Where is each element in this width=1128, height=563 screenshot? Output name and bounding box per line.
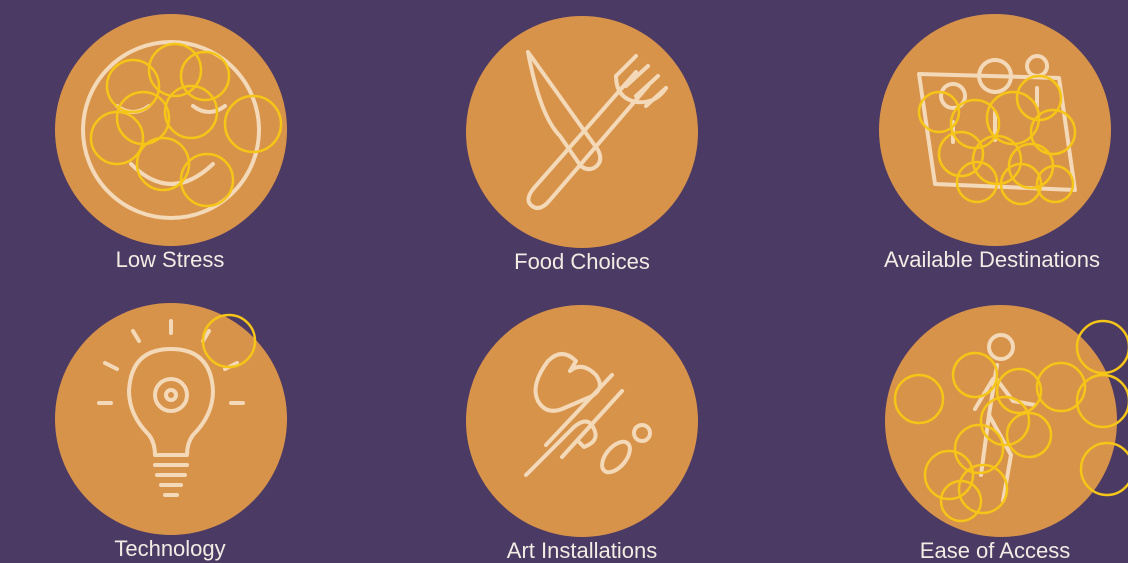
feature-circle-ease-of-access xyxy=(885,305,1128,537)
feature-label-technology: Technology xyxy=(114,536,226,561)
paintbrush-strokes-icon xyxy=(524,352,652,477)
feature-grid: Low Stress Food Choices Available Destin… xyxy=(0,0,1128,563)
feature-circle-food-choices xyxy=(466,16,698,248)
feature-label-art-installations: Art Installations xyxy=(506,538,658,563)
feature-label-available-destinations: Available Destinations xyxy=(883,247,1101,272)
feature-label-low-stress: Low Stress xyxy=(115,247,225,272)
feature-label-ease-of-access: Ease of Access xyxy=(919,538,1071,563)
smiley-face-icon xyxy=(81,40,283,220)
map-pins-icon xyxy=(917,54,1077,206)
feature-circle-low-stress xyxy=(55,14,287,246)
knife-fork-icon xyxy=(526,50,668,210)
feature-circle-technology xyxy=(55,303,287,535)
annotation-circles xyxy=(201,313,257,369)
lightbulb-gear-icon xyxy=(97,313,257,497)
feature-circle-available-destinations xyxy=(879,14,1111,246)
walking-person-icon xyxy=(893,319,1128,523)
feature-circle-art-installations xyxy=(466,305,698,537)
feature-label-food-choices: Food Choices xyxy=(514,249,650,274)
